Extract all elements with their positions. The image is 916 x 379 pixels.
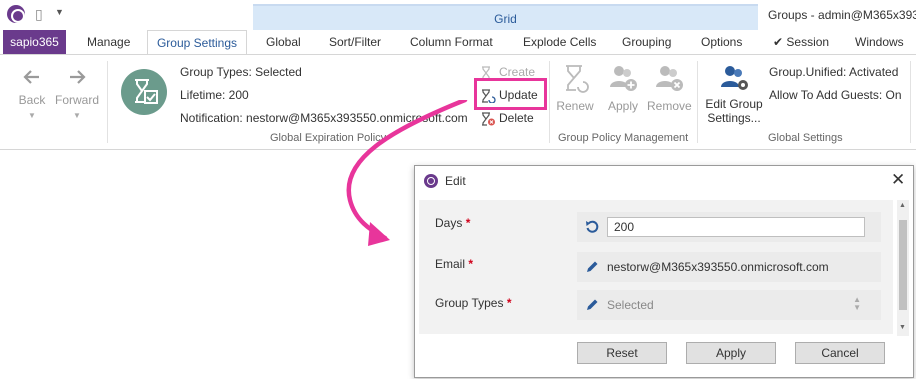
email-value: nestorw@M365x393550.onmicrosoft.com (607, 260, 829, 274)
copy-icon[interactable]: ▯ (35, 6, 49, 22)
email-field-label: Email * (435, 257, 473, 271)
scroll-down-icon[interactable]: ▼ (899, 324, 906, 331)
ribbon-separator (549, 61, 550, 143)
lifetime-info: Lifetime: 200 (180, 88, 249, 102)
tab-explode-cells[interactable]: Explode Cells (523, 30, 596, 54)
back-button[interactable]: Back ▼ (14, 67, 50, 120)
apply-label: Apply (607, 99, 639, 113)
days-input[interactable] (607, 217, 865, 237)
quick-access-dropdown-icon[interactable]: ▼ (55, 7, 64, 17)
undo-icon[interactable] (585, 220, 599, 234)
group-types-value: Selected (607, 298, 654, 312)
global-settings-group-label: Global Settings (768, 132, 843, 144)
arrow-right-icon (70, 70, 86, 84)
renew-button[interactable]: Renew (555, 63, 595, 113)
update-highlight-box (474, 78, 547, 110)
ribbon-tabs: sapio365 Manage Group Settings Global So… (0, 30, 916, 54)
edit-dialog: Edit ✕ Days * Email * nestorw@M365x39355… (414, 165, 914, 378)
group-types-field[interactable]: Selected ▲ ▼ (577, 290, 881, 320)
edit-group-settings-button[interactable]: Edit Group Settings... (703, 63, 765, 125)
check-icon: ✔ (773, 35, 784, 49)
days-label-text: Days (435, 216, 463, 230)
tab-sapio365[interactable]: sapio365 (3, 30, 66, 54)
group-policy-management-group-label: Group Policy Management (558, 132, 689, 144)
hourglass-delete-icon (480, 112, 496, 126)
group-types-label-text: Group Types (435, 296, 504, 310)
required-marker: * (506, 296, 512, 310)
app-logo-icon (7, 5, 25, 23)
delete-button[interactable]: Delete (480, 111, 534, 126)
tab-manage[interactable]: Manage (87, 30, 130, 54)
email-label-text: Email (435, 257, 466, 271)
users-settings-icon (721, 66, 748, 90)
group-types-field-label: Group Types * (435, 296, 512, 310)
hourglass-renew-icon (566, 65, 589, 93)
app-logo-icon (424, 174, 438, 188)
title-bar: ▯ ▼ Grid Groups - admin@M365x393550 (0, 0, 916, 30)
dialog-title: Edit (445, 174, 466, 188)
days-field-label: Days * (435, 216, 470, 230)
forward-button[interactable]: Forward ▼ (54, 67, 100, 120)
close-icon[interactable]: ✕ (891, 170, 905, 190)
edit-group-settings-label-2: Settings... (707, 111, 761, 125)
chevron-down-icon: ▼ (73, 111, 81, 120)
ribbon-separator (697, 61, 698, 143)
days-field (577, 212, 881, 242)
global-expiration-policy-group-label: Global Expiration Policy (270, 132, 387, 144)
required-marker: * (468, 257, 474, 271)
chevron-down-icon: ▼ (28, 111, 36, 120)
delete-label: Delete (499, 111, 534, 125)
context-tab-banner: Grid (253, 4, 758, 30)
window-title: Groups - admin@M365x393550 (768, 8, 916, 22)
forward-label: Forward (54, 93, 99, 107)
reset-button[interactable]: Reset (577, 342, 667, 364)
scroll-up-icon[interactable]: ▲ (899, 202, 906, 209)
required-marker: * (465, 216, 471, 230)
ribbon-panel: Back ▼ Forward ▼ Group Types: Selected L… (0, 54, 916, 150)
dialog-form: Days * Email * nestorw@M365x393550.onmic… (419, 200, 893, 334)
dialog-scrollbar[interactable]: ▲ ▼ (897, 200, 909, 336)
edit-group-settings-label-1: Edit Group (705, 97, 763, 111)
allow-guests-status: Allow To Add Guests: On (769, 88, 902, 102)
scroll-thumb[interactable] (899, 220, 907, 310)
notification-info: Notification: nestorw@M365x393550.onmicr… (180, 111, 468, 125)
tab-sort-filter[interactable]: Sort/Filter (329, 30, 381, 54)
ribbon-separator (910, 61, 911, 143)
group-types-info: Group Types: Selected (180, 65, 302, 79)
tab-group-settings[interactable]: Group Settings (147, 30, 247, 54)
expiration-policy-icon (121, 69, 167, 115)
email-field[interactable]: nestorw@M365x393550.onmicrosoft.com (577, 252, 881, 282)
remove-label: Remove (647, 99, 692, 113)
cancel-button[interactable]: Cancel (795, 342, 885, 364)
create-label: Create (499, 65, 536, 79)
arrow-left-icon (23, 70, 39, 84)
tab-global[interactable]: Global (266, 30, 301, 54)
remove-button[interactable]: Remove (647, 63, 692, 113)
tab-session-label: Session (786, 35, 830, 49)
users-add-icon (610, 66, 637, 91)
pencil-icon (585, 260, 599, 274)
tab-windows[interactable]: Windows (855, 30, 904, 54)
renew-label: Renew (556, 99, 594, 113)
group-unified-status: Group.Unified: Activated (769, 65, 899, 79)
users-remove-icon (656, 66, 683, 91)
tab-session[interactable]: ✔ Session (773, 30, 829, 54)
tab-options[interactable]: Options (701, 30, 742, 54)
apply-button[interactable]: Apply (603, 63, 643, 113)
tab-column-format[interactable]: Column Format (410, 30, 493, 54)
tab-grouping[interactable]: Grouping (622, 30, 671, 54)
back-label: Back (18, 93, 46, 107)
apply-button[interactable]: Apply (686, 342, 776, 364)
hourglass-check-icon (135, 79, 158, 104)
ribbon-separator (107, 61, 108, 143)
spinner-arrows-icon[interactable]: ▲ ▼ (853, 296, 861, 312)
dialog-header: Edit ✕ (415, 166, 913, 196)
pencil-icon (585, 298, 599, 312)
